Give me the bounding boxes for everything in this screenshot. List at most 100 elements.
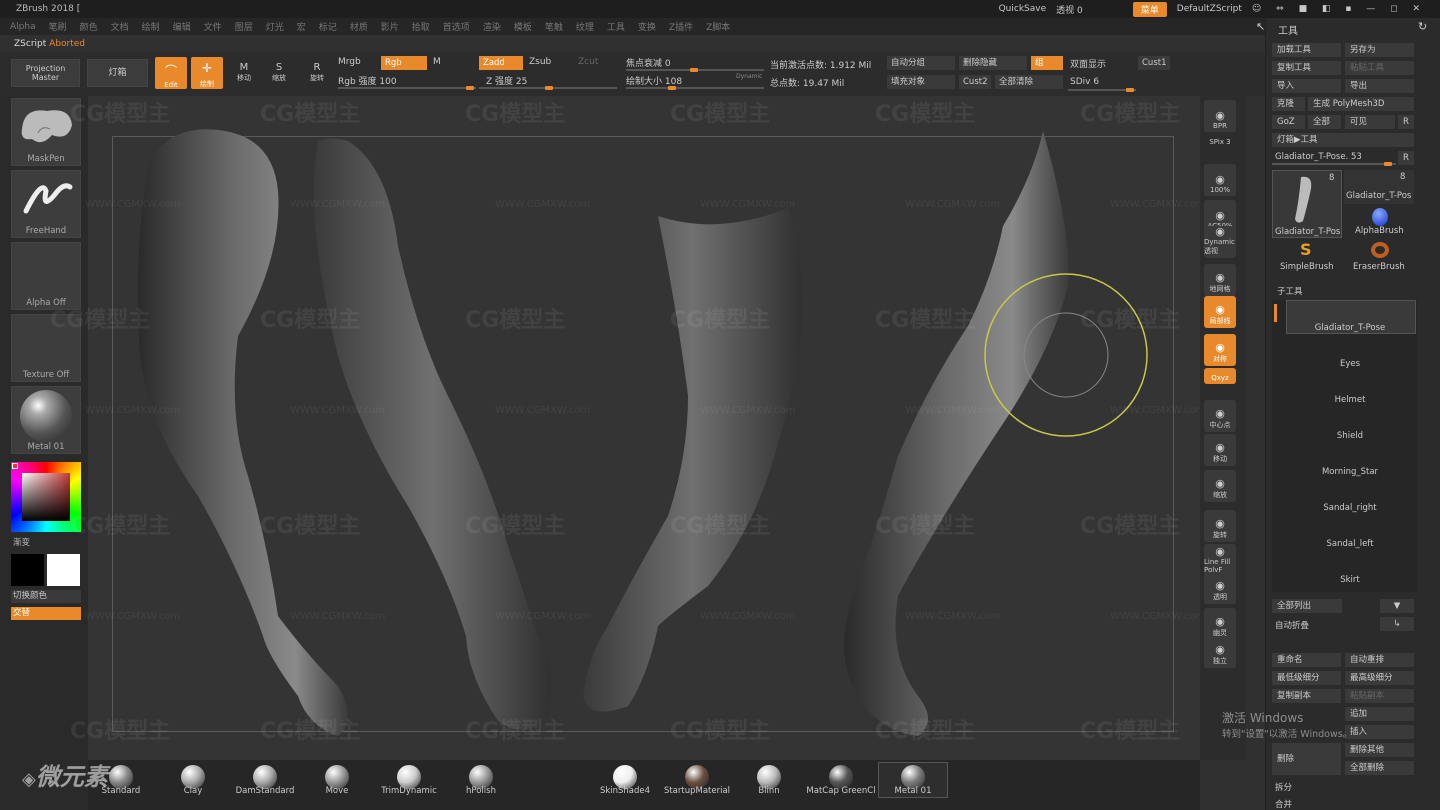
subtool-item[interactable]: Sandal_left bbox=[1285, 539, 1415, 549]
view-button-6[interactable]: ◉ 局部线 bbox=[1204, 296, 1236, 328]
subtool-item[interactable]: Sandal_right bbox=[1285, 503, 1415, 513]
delete-button[interactable]: 删除 bbox=[1272, 743, 1341, 775]
copy-tool-button[interactable]: 复制工具 bbox=[1272, 61, 1341, 75]
menu-item[interactable]: 灯光 bbox=[266, 20, 284, 33]
save-as-button[interactable]: 另存为 bbox=[1345, 43, 1414, 57]
auto-reorder-button[interactable]: 自动重排 bbox=[1345, 653, 1414, 667]
move-down-icon[interactable]: ▼ bbox=[1380, 599, 1414, 613]
edit-button[interactable]: ⌒ Edit bbox=[155, 57, 187, 89]
menu-item[interactable]: 拾取 bbox=[412, 20, 430, 33]
lightbox-tool-button[interactable]: 灯箱▶工具 bbox=[1272, 133, 1414, 147]
subtool-item[interactable]: Eyes bbox=[1285, 359, 1415, 369]
shelf-item-label[interactable]: Blinn bbox=[729, 786, 809, 796]
view-button-5[interactable]: ◉ 地网格 bbox=[1204, 264, 1236, 296]
alphabrush-thumbnail[interactable]: AlphaBrush bbox=[1344, 206, 1414, 238]
subtool-item[interactable]: Gladiator_T-Pose bbox=[1285, 323, 1415, 333]
menu-item[interactable]: 颜色 bbox=[80, 20, 98, 33]
z-intensity-slider[interactable]: Z 强度 25 bbox=[486, 74, 527, 87]
menu-item[interactable]: 模板 bbox=[514, 20, 532, 33]
tool-thumbnail-2[interactable]: 8 Gladiator_T-Pos bbox=[1344, 170, 1414, 204]
subtool-item[interactable]: Skirt bbox=[1285, 575, 1415, 585]
menu-button[interactable]: 菜单 bbox=[1132, 1, 1167, 17]
arm-models[interactable] bbox=[88, 96, 1200, 760]
highest-subdiv-button[interactable]: 最高级细分 bbox=[1345, 671, 1414, 685]
transparency-label[interactable]: 透视 0 bbox=[1056, 3, 1083, 16]
shelf-item-label[interactable]: Clay bbox=[153, 786, 233, 796]
current-tool-slider[interactable]: Gladiator_T-Pose. 53 bbox=[1275, 152, 1362, 162]
tool-thumbnail-1[interactable]: 8 Gladiator_T-Pos bbox=[1272, 170, 1342, 238]
view-button-0[interactable]: ◉ BPR bbox=[1204, 100, 1236, 132]
primary-color-swatch[interactable] bbox=[11, 554, 44, 586]
menu-item[interactable]: Alpha bbox=[10, 22, 36, 32]
cust2-button[interactable]: Cust2 bbox=[959, 75, 991, 89]
m-button[interactable]: M bbox=[433, 57, 441, 67]
gradient-label[interactable]: 渐变 bbox=[13, 536, 30, 548]
current-tool-track[interactable] bbox=[1272, 162, 1396, 166]
menu-item[interactable]: 影片 bbox=[381, 20, 399, 33]
zadd-button[interactable]: Zadd bbox=[479, 56, 523, 70]
load-tool-button[interactable]: 加载工具 bbox=[1272, 43, 1341, 57]
view-button-14[interactable]: ◉ 透明 bbox=[1204, 572, 1236, 604]
shelf-item-label[interactable]: hPolish bbox=[441, 786, 521, 796]
rgb-button[interactable]: Rgb bbox=[381, 56, 427, 70]
menu-item[interactable]: 文件 bbox=[204, 20, 222, 33]
lightbox-button[interactable]: 灯箱 bbox=[87, 59, 148, 87]
stroke-selector[interactable]: FreeHand bbox=[11, 170, 81, 238]
subtool-item[interactable]: Shield bbox=[1285, 431, 1415, 441]
tool-expand-icon[interactable]: ↖ bbox=[1256, 20, 1265, 33]
view-button-1[interactable]: SPix 3 bbox=[1204, 132, 1236, 148]
draw-button[interactable]: ✛ 绘制 bbox=[191, 57, 223, 89]
move-button[interactable]: M 移动 bbox=[232, 62, 256, 83]
auto-group-button[interactable]: 自动分组 bbox=[887, 56, 955, 70]
menu-item[interactable]: 绘制 bbox=[142, 20, 160, 33]
shelf-item-label[interactable]: TrimDynamic bbox=[369, 786, 449, 796]
make-polymesh-button[interactable]: 生成 PolyMesh3D bbox=[1308, 97, 1414, 111]
dynamic-toggle[interactable]: Dynamic bbox=[736, 73, 762, 80]
menu-item[interactable]: 首选项 bbox=[443, 20, 470, 33]
group-button[interactable]: 组 bbox=[1031, 56, 1063, 70]
menu-item[interactable]: 图层 bbox=[235, 20, 253, 33]
goz-visible-button[interactable]: 可见 bbox=[1345, 115, 1395, 129]
view-button-10[interactable]: ◉ 移动 bbox=[1204, 434, 1236, 466]
goz-all-button[interactable]: 全部 bbox=[1308, 115, 1341, 129]
menu-item[interactable]: 材质 bbox=[350, 20, 368, 33]
zcut-button[interactable]: Zcut bbox=[578, 57, 598, 67]
shelf-item-label[interactable]: MatCap GreenCl bbox=[801, 786, 881, 796]
draw-size-track[interactable] bbox=[626, 86, 764, 90]
view-button-8[interactable]: Qxyz bbox=[1204, 368, 1236, 384]
rename-button[interactable]: 重命名 bbox=[1272, 653, 1341, 667]
view-button-11[interactable]: ◉ 缩放 bbox=[1204, 470, 1236, 502]
menu-item[interactable]: Z脚本 bbox=[706, 20, 730, 33]
shelf-item-label[interactable]: SkinShade4 bbox=[585, 786, 665, 796]
paste-tool-button[interactable]: 粘贴工具 bbox=[1345, 61, 1414, 75]
rgb-intensity-track[interactable] bbox=[338, 86, 476, 90]
menu-item[interactable]: 宏 bbox=[297, 20, 306, 33]
menu-item[interactable]: 变换 bbox=[638, 20, 656, 33]
default-zscript-button[interactable]: DefaultZScript bbox=[1177, 4, 1242, 14]
sdiv-track[interactable] bbox=[1068, 88, 1136, 92]
menu-item[interactable]: 文档 bbox=[111, 20, 129, 33]
goz-button[interactable]: GoZ bbox=[1272, 115, 1305, 129]
window-controls[interactable]: ☺ ⇔ ■ ◧ ▪ — ◻ ✕ bbox=[1252, 4, 1426, 14]
subtool-item[interactable]: Morning_Star bbox=[1285, 467, 1415, 477]
focal-shift-track[interactable] bbox=[626, 68, 764, 72]
menu-item[interactable]: 标记 bbox=[319, 20, 337, 33]
alpha-selector[interactable]: Alpha Off bbox=[11, 242, 81, 310]
auto-collapse-button[interactable]: 自动折叠 bbox=[1275, 619, 1309, 631]
delete-all-button[interactable]: 全部删除 bbox=[1345, 761, 1414, 775]
subtool-item[interactable]: Helmet bbox=[1285, 395, 1415, 405]
shelf-item-label[interactable]: Move bbox=[297, 786, 377, 796]
secondary-color-swatch[interactable] bbox=[47, 554, 80, 586]
append-button[interactable]: 追加 bbox=[1345, 707, 1414, 721]
export-button[interactable]: 导出 bbox=[1345, 79, 1414, 93]
double-sided-button[interactable]: 双面显示 bbox=[1070, 57, 1106, 70]
menu-item[interactable]: 工具 bbox=[607, 20, 625, 33]
projection-master-button[interactable]: Projection Master bbox=[11, 59, 80, 87]
rotate-button[interactable]: R 旋转 bbox=[304, 62, 330, 83]
switch-color-button[interactable]: 切换颜色 bbox=[11, 590, 81, 603]
material-selector[interactable]: Metal 01 bbox=[11, 386, 81, 454]
move-return-icon[interactable]: ↳ bbox=[1380, 617, 1414, 631]
zsub-button[interactable]: Zsub bbox=[529, 57, 551, 67]
delete-other-button[interactable]: 删除其他 bbox=[1345, 743, 1414, 757]
focal-shift-slider[interactable]: 焦点衰减 0 bbox=[626, 56, 671, 69]
